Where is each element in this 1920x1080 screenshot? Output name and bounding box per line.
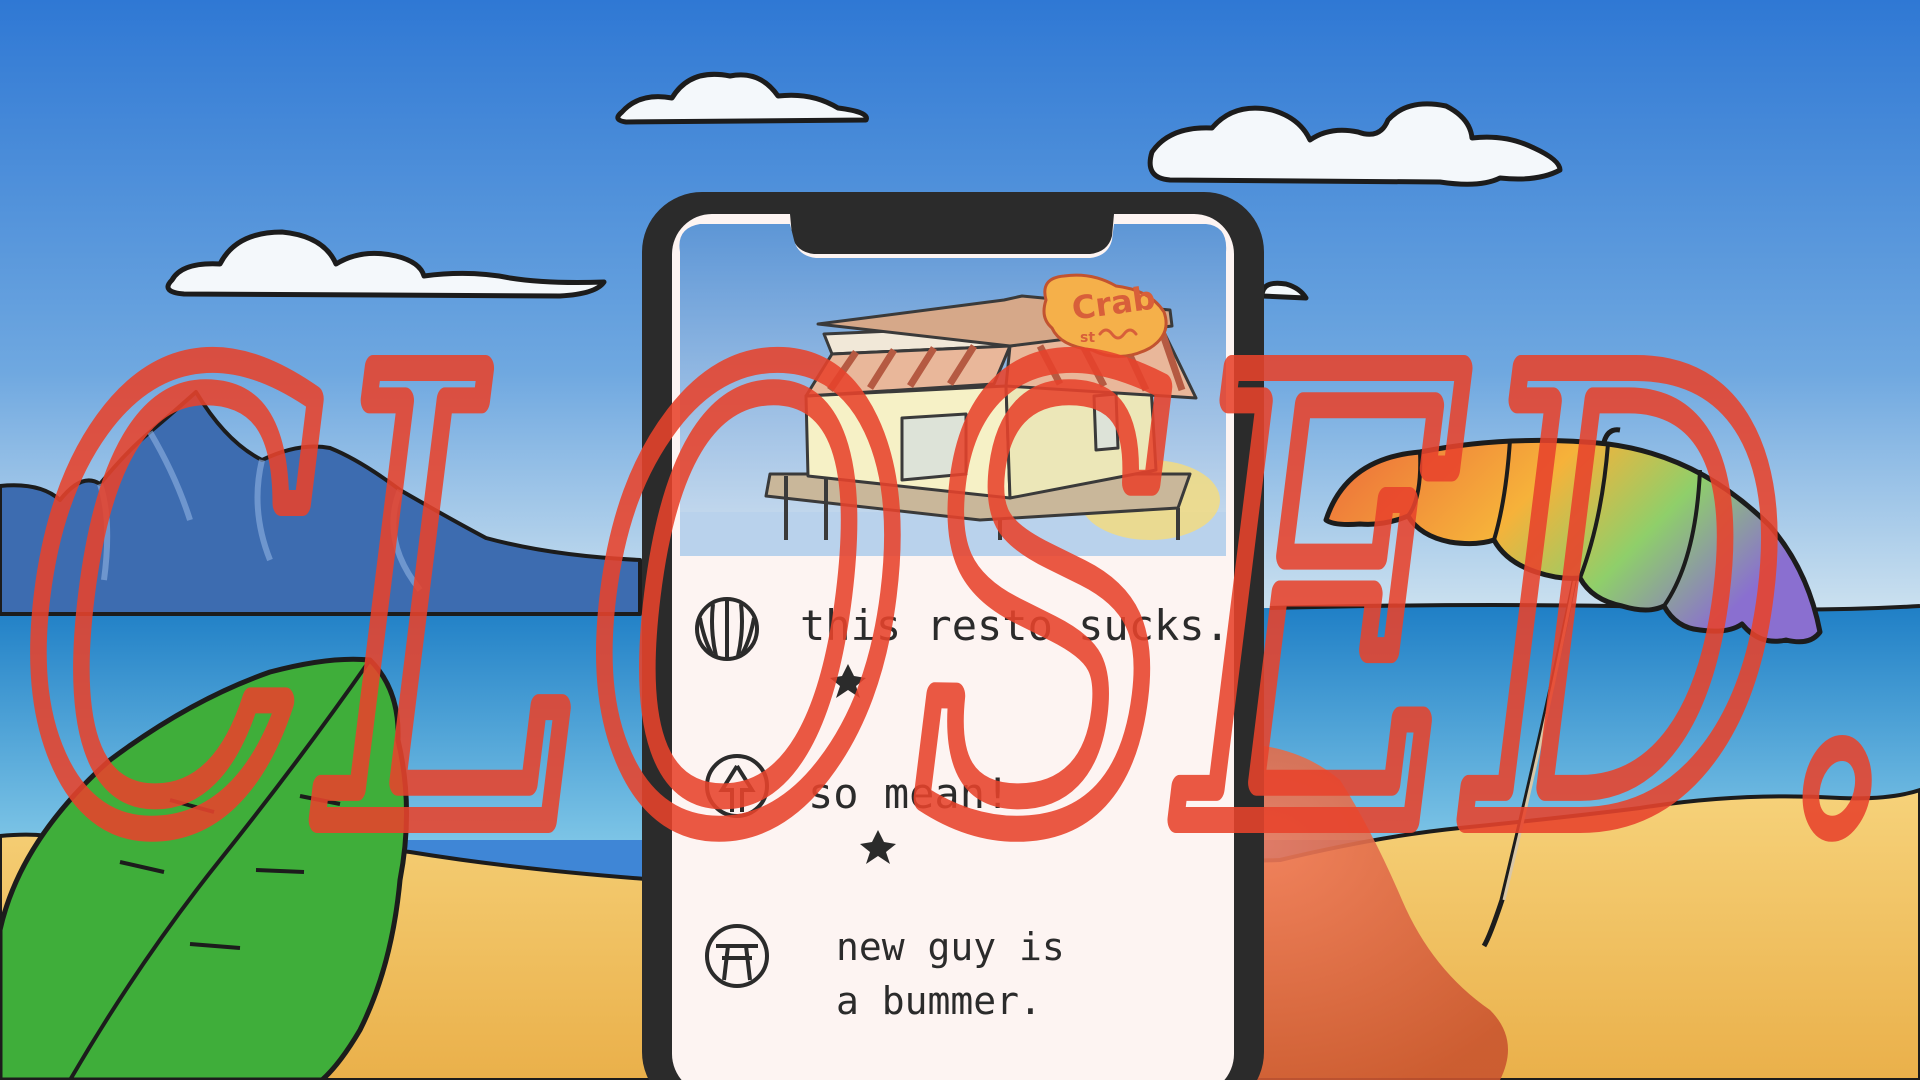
review-text: a bummer. xyxy=(836,979,1042,1023)
beach-scene: Crab st this resto sucks. so mean! new g… xyxy=(0,0,1920,1080)
closed-overlay: CLOSED. xyxy=(20,246,1900,967)
